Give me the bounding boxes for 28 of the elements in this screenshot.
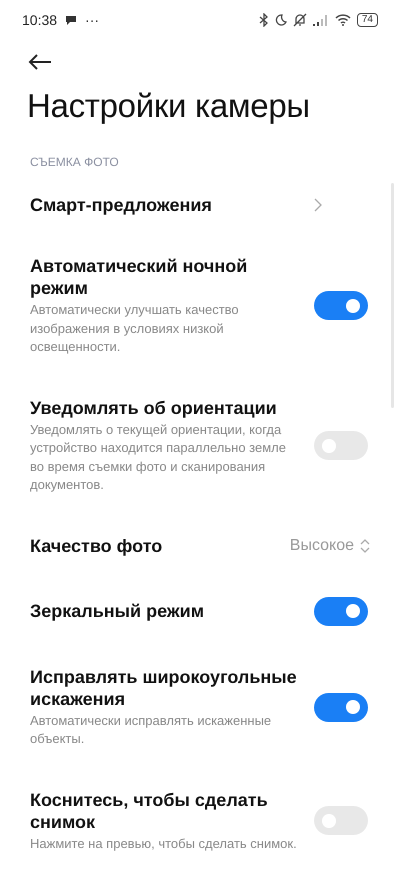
setting-title[interactable]: Коснитесь, чтобы сделать снимок xyxy=(30,788,302,832)
clock: 10:38 xyxy=(22,12,58,28)
setting-title[interactable]: Качество фото xyxy=(30,534,278,556)
section-header: СЪЕМКА ФОТО xyxy=(30,155,120,169)
page-title: Настройки камеры xyxy=(27,87,311,125)
chat-bubble-icon xyxy=(65,14,78,26)
setting-title[interactable]: Исправлять широкоугольные искажения xyxy=(30,666,302,710)
toggle-switch[interactable] xyxy=(314,291,368,320)
signal-icon xyxy=(312,14,329,26)
toggle-switch[interactable] xyxy=(314,596,368,626)
setting-description: Уведомлять о текущей ориентации, когда устройство находится параллельно земле во время съемки фото и сканирования документов. xyxy=(30,420,287,494)
muted-bell-icon xyxy=(292,13,307,27)
moon-icon xyxy=(274,14,287,26)
battery-level: 74 xyxy=(356,13,378,27)
setting-description: Нажмите на превью, чтобы сделать снимок. xyxy=(30,834,298,853)
setting-title[interactable]: Автоматический ночной режим xyxy=(30,255,302,299)
wifi-icon xyxy=(334,14,351,26)
bluetooth-icon xyxy=(258,13,269,27)
setting-title[interactable]: Уведомлять об ориентации xyxy=(30,396,302,418)
more-notifications: ··· xyxy=(85,12,100,28)
setting-description: Автоматически улучшать качество изображения в условиях низкой освещенности. xyxy=(30,301,240,356)
setting-title[interactable]: Смарт-предложения xyxy=(30,194,302,216)
setting-title[interactable]: Зеркальный режим xyxy=(30,600,302,622)
toggle-switch[interactable] xyxy=(314,692,368,722)
up-down-chevron-icon[interactable] xyxy=(360,538,370,554)
back-arrow-icon[interactable] xyxy=(28,53,52,71)
chevron-right-icon[interactable] xyxy=(314,198,322,212)
setting-description: Автоматически исправлять искаженные объекты. xyxy=(30,712,272,748)
